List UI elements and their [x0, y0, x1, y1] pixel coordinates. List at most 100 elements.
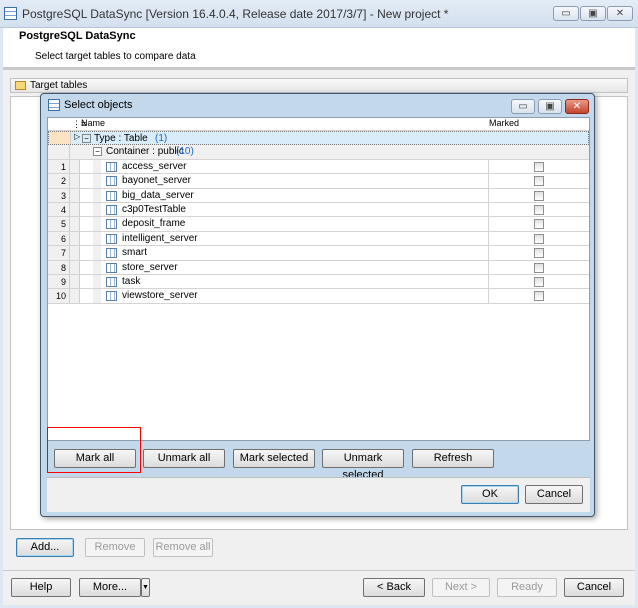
dialog-close-button[interactable]: ✕: [565, 99, 589, 114]
back-button[interactable]: < Back: [363, 578, 425, 597]
marked-checkbox[interactable]: [534, 219, 544, 230]
marked-checkbox[interactable]: [534, 248, 544, 259]
marked-checkbox[interactable]: [534, 262, 544, 273]
marked-cell: [488, 188, 589, 202]
maximize-button[interactable]: ▣: [580, 6, 606, 21]
marked-cell: [488, 289, 589, 303]
table-row[interactable]: 9 task: [48, 275, 589, 290]
table-name: store_server: [122, 261, 178, 273]
marked-cell: [488, 203, 589, 217]
marked-cell: [488, 174, 589, 188]
ok-button[interactable]: OK: [461, 485, 519, 504]
dialog-icon: [48, 99, 60, 111]
marked-cell: [488, 246, 589, 260]
minimize-button[interactable]: ▭: [553, 6, 579, 21]
marked-checkbox[interactable]: [534, 176, 544, 187]
table-icon: [106, 205, 117, 215]
group-row-container[interactable]: − Container : public (10): [48, 145, 589, 160]
table-name: smart: [122, 247, 147, 259]
remove-button[interactable]: Remove: [85, 538, 145, 557]
indent: [93, 203, 101, 217]
column-marked[interactable]: Marked: [489, 118, 519, 128]
table-icon: [106, 262, 117, 273]
ready-button[interactable]: Ready: [497, 578, 557, 597]
window-title: PostgreSQL DataSync [Version 16.4.0.4, R…: [22, 7, 449, 21]
table-folder-icon: [15, 81, 26, 90]
indent: [93, 174, 101, 188]
next-button[interactable]: Next >: [432, 578, 490, 597]
marked-checkbox[interactable]: [534, 233, 544, 244]
table-icon: [106, 291, 117, 302]
refresh-button[interactable]: Refresh: [412, 449, 494, 468]
table-row[interactable]: 3 big_data_server: [48, 188, 589, 203]
table-name: deposit_frame: [122, 218, 186, 230]
row-gutter: [70, 188, 80, 202]
table-row[interactable]: 8 store_server: [48, 260, 589, 275]
table-row[interactable]: 7 smart: [48, 246, 589, 261]
table-row[interactable]: 1 access_server: [48, 159, 589, 175]
table-icon: [106, 161, 117, 172]
collapse-icon[interactable]: −: [82, 134, 91, 143]
column-name[interactable]: Name: [81, 118, 105, 128]
row-number: 8: [48, 260, 70, 274]
remove-all-button[interactable]: Remove all: [153, 538, 213, 557]
row-number: 3: [48, 188, 70, 202]
help-button[interactable]: Help: [11, 578, 71, 597]
header-divider: [3, 67, 635, 70]
target-tables-header: Target tables: [10, 78, 628, 93]
indent: [93, 260, 101, 274]
panel-title: Target tables: [30, 80, 88, 91]
more-dropdown-arrow-icon[interactable]: ▼: [141, 578, 150, 597]
table-row[interactable]: 5 deposit_frame: [48, 217, 589, 232]
table-row[interactable]: 4 c3p0TestTable: [48, 203, 589, 218]
add-button[interactable]: Add...: [16, 538, 74, 557]
table-row[interactable]: 2 bayonet_server: [48, 174, 589, 189]
row-gutter: [70, 275, 80, 289]
row-number: 1: [48, 159, 70, 174]
marked-checkbox[interactable]: [534, 205, 544, 215]
unmark-selected-button[interactable]: Unmark selected: [322, 449, 404, 481]
collapse-icon[interactable]: −: [93, 147, 102, 157]
table-icon: [106, 233, 117, 244]
marked-checkbox[interactable]: [534, 291, 544, 302]
group-label: Type : Table: [94, 133, 148, 144]
table-row[interactable]: 6 intelligent_server: [48, 231, 589, 247]
close-button[interactable]: ✕: [607, 6, 633, 21]
dialog-cancel-button[interactable]: Cancel: [525, 485, 583, 504]
dialog-maximize-button[interactable]: ▣: [538, 99, 562, 114]
marked-checkbox[interactable]: [534, 190, 544, 201]
marked-checkbox[interactable]: [534, 277, 544, 287]
container-label: Container : public: [106, 146, 184, 158]
row-gutter: [70, 174, 80, 188]
indent: [93, 217, 101, 231]
table-row[interactable]: 10 viewstore_server: [48, 289, 589, 304]
table-icon: [106, 176, 117, 187]
unmark-all-button[interactable]: Unmark all: [143, 449, 225, 468]
row-indicator: [48, 145, 70, 159]
cancel-button[interactable]: Cancel: [564, 578, 624, 597]
indent: [93, 246, 101, 260]
more-button[interactable]: More...: [79, 578, 141, 597]
table-icon: [106, 190, 117, 201]
container-count: (10): [176, 146, 194, 158]
indent: [93, 188, 101, 202]
indent: [93, 289, 101, 303]
row-gutter: [70, 289, 80, 303]
wizard-header: PostgreSQL DataSync Select target tables…: [3, 28, 635, 68]
table-name: viewstore_server: [122, 290, 198, 302]
table-icon: [106, 248, 117, 259]
table-name: task: [122, 276, 141, 287]
marked-checkbox[interactable]: [534, 161, 544, 172]
row-number: 9: [48, 275, 70, 289]
mark-selected-button[interactable]: Mark selected: [233, 449, 315, 468]
row-number: 2: [48, 174, 70, 188]
group-row-type[interactable]: ▷ − Type : Table (1): [48, 131, 589, 146]
mark-all-button[interactable]: Mark all: [54, 449, 136, 468]
marked-cell: [488, 231, 589, 246]
marked-cell: [488, 260, 589, 274]
indent: [93, 159, 101, 174]
dialog-minimize-button[interactable]: ▭: [511, 99, 535, 114]
row-number: 7: [48, 246, 70, 260]
objects-grid: ⋮≡ Name Marked ▷ − Type : Table (1) − Co…: [47, 117, 590, 441]
marked-cell: [488, 275, 589, 289]
